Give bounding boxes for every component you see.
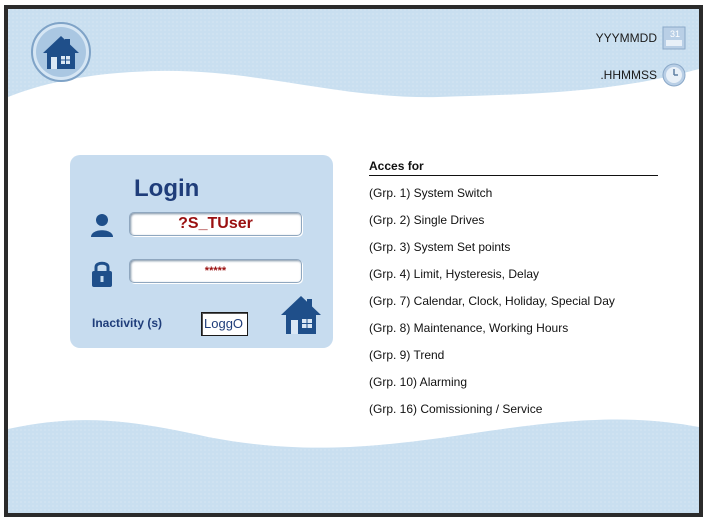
svg-text:31: 31 bbox=[670, 29, 680, 39]
access-group-item: (Grp. 10) Alarming bbox=[369, 375, 468, 389]
lock-icon bbox=[92, 261, 112, 287]
access-group-item: (Grp. 16) Comissioning / Service bbox=[369, 402, 543, 416]
access-group-item: (Grp. 3) System Set points bbox=[369, 240, 511, 254]
time-display: .HHMMSS bbox=[600, 62, 687, 88]
access-group-item: (Grp. 1) System Switch bbox=[369, 186, 493, 200]
login-title: Login bbox=[134, 175, 200, 202]
access-group-list: (Grp. 1) System Switch (Grp. 2) Single D… bbox=[369, 185, 615, 428]
calendar-icon: 31 bbox=[662, 26, 686, 50]
username-field[interactable]: ?S_TUser bbox=[129, 212, 302, 236]
date-display: YYYMMDD 31 bbox=[596, 25, 687, 51]
login-panel: Login ?S_TUser ***** Inactivity (s) Logg… bbox=[70, 155, 333, 348]
password-field[interactable]: ***** bbox=[129, 259, 302, 283]
access-title: Acces for bbox=[369, 159, 424, 173]
time-format-text: .HHMMSS bbox=[600, 68, 657, 82]
access-divider bbox=[369, 175, 658, 176]
access-group-item: (Grp. 9) Trend bbox=[369, 348, 445, 362]
access-group-item: (Grp. 2) Single Drives bbox=[369, 213, 485, 227]
clock-icon bbox=[662, 63, 686, 87]
access-group-item: (Grp. 7) Calendar, Clock, Holiday, Speci… bbox=[369, 294, 615, 308]
home-icon[interactable] bbox=[31, 22, 91, 82]
access-group-item: (Grp. 4) Limit, Hysteresis, Delay bbox=[369, 267, 540, 281]
user-icon bbox=[91, 214, 113, 237]
logout-time-field[interactable]: LoggO bbox=[201, 312, 248, 336]
date-format-text: YYYMMDD bbox=[595, 31, 657, 45]
access-group-item: (Grp. 8) Maintenance, Working Hours bbox=[369, 321, 569, 335]
screen-frame: YYYMMDD 31 .HHMMSS Login ?S_TUser ***** bbox=[4, 5, 703, 517]
inactivity-label: Inactivity (s) bbox=[92, 316, 163, 330]
home-icon[interactable] bbox=[278, 291, 324, 337]
